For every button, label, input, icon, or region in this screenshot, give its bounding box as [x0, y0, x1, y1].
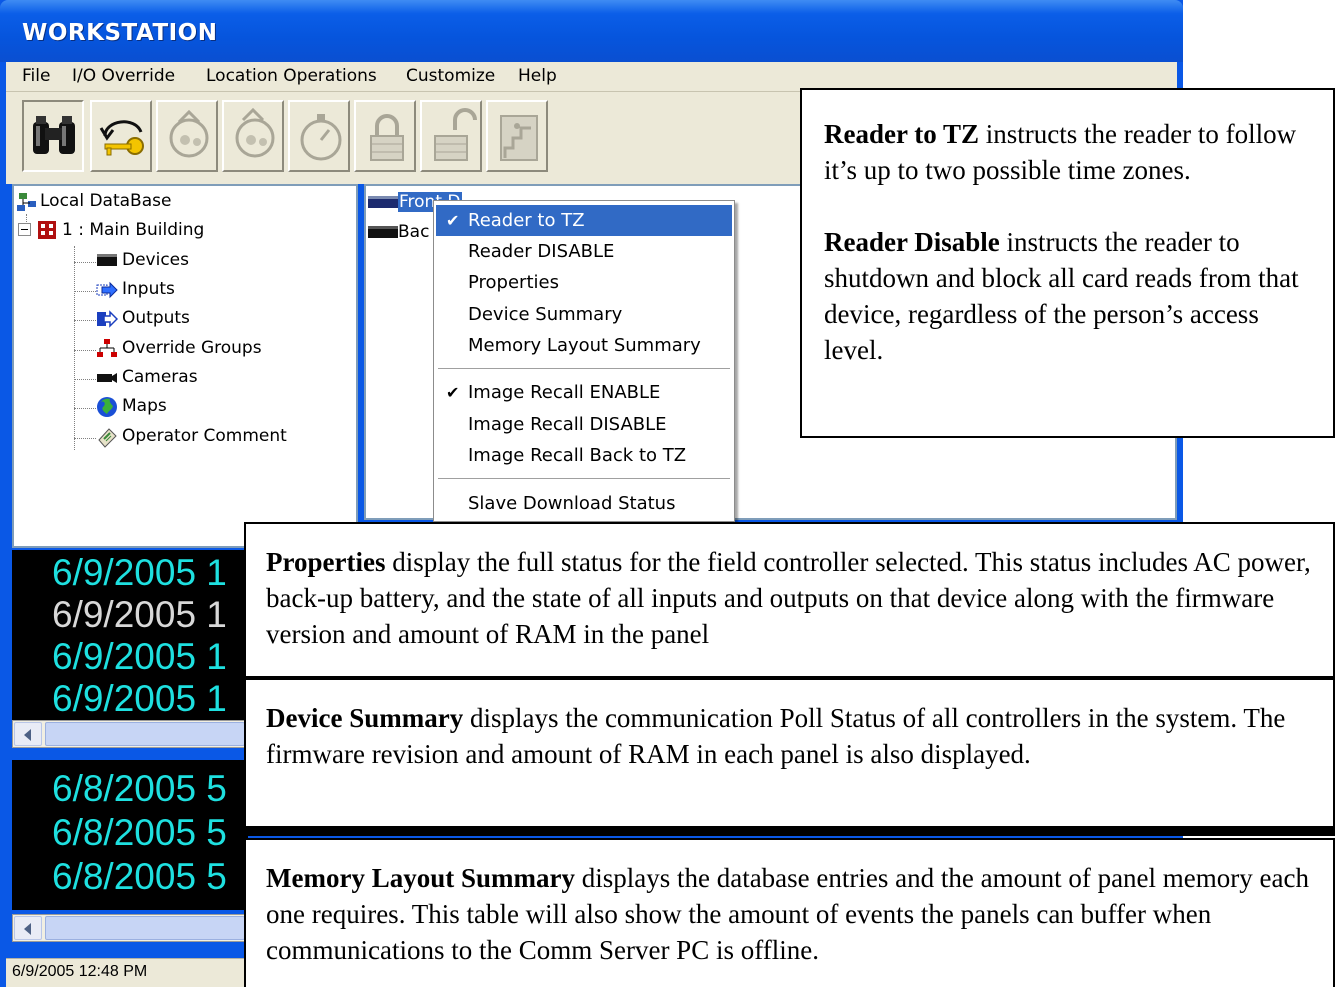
menu-separator — [438, 368, 730, 369]
menu-item-label: Reader DISABLE — [468, 241, 615, 262]
event-list-top[interactable]: 6/9/2005 1 6/9/2005 1 6/9/2005 1 6/9/200… — [12, 550, 248, 720]
check-icon: ✔ — [446, 211, 460, 230]
tree-item-operator-comment[interactable]: Operator Comment — [122, 426, 287, 446]
callout-device-summary: Device Summary displays the communicatio… — [244, 678, 1335, 828]
guard-tour-button[interactable] — [156, 100, 218, 172]
menu-customize[interactable]: Customize — [406, 66, 495, 86]
menu-item-properties[interactable]: Properties — [436, 267, 732, 298]
event-bottom-scrollbar[interactable] — [12, 914, 248, 942]
callout-properties-term: Properties — [266, 547, 386, 577]
tree-root-local-database[interactable]: Local DataBase — [40, 191, 171, 211]
scroll-thumb[interactable] — [45, 916, 245, 940]
event-list-bottom[interactable]: 6/8/2005 5 6/8/2005 5 6/8/2005 5 — [12, 760, 248, 910]
unlock-icon — [434, 108, 477, 161]
event-row[interactable]: 6/8/2005 5 — [52, 768, 227, 810]
scroll-left-icon[interactable] — [14, 722, 42, 746]
lock-icon — [370, 114, 404, 161]
tree-item-override-groups[interactable]: Override Groups — [122, 338, 262, 358]
menu-item-label: Memory Layout Summary — [468, 335, 701, 356]
key-login-icon — [99, 120, 144, 156]
status-bar: 6/9/2005 12:48 PM — [6, 958, 246, 987]
inputs-icon — [96, 281, 118, 299]
lock-button[interactable] — [354, 100, 416, 172]
window-title: WORKSTATION — [22, 20, 218, 46]
camera-icon — [97, 373, 117, 383]
device-row-back-label: Bac — [398, 222, 430, 242]
menu-item-label: Image Recall Back to TZ — [468, 445, 687, 466]
title-bar[interactable]: WORKSTATION — [0, 0, 1183, 62]
menu-item-image-recall-enable[interactable]: ✔ Image Recall ENABLE — [436, 377, 732, 408]
callout-properties: Properties display the full status for t… — [244, 522, 1335, 678]
device-context-menu: ✔ Reader to TZ Reader DISABLE Properties … — [433, 200, 735, 522]
event-row[interactable]: 6/8/2005 5 — [52, 856, 227, 898]
operator-comment-icon — [98, 428, 117, 448]
callout-properties-text: display the full status for the field co… — [266, 547, 1311, 649]
menu-item-label: Reader to TZ — [468, 210, 585, 231]
menu-item-slave-download-status[interactable]: Slave Download Status — [436, 488, 732, 519]
menu-item-label: Properties — [468, 272, 559, 293]
callout-memory-layout: Memory Layout Summary displays the datab… — [244, 838, 1335, 987]
event-row[interactable]: 6/9/2005 1 — [52, 552, 227, 594]
exit-door-icon — [500, 115, 538, 161]
tree-main-building[interactable]: 1 : Main Building — [62, 220, 204, 240]
devices-icon — [97, 254, 117, 266]
scroll-thumb[interactable] — [45, 722, 245, 746]
menu-item-reader-disable[interactable]: Reader DISABLE — [436, 236, 732, 267]
binoculars-button[interactable] — [22, 100, 84, 172]
unlock-button[interactable] — [420, 100, 482, 172]
tree-item-inputs[interactable]: Inputs — [122, 279, 175, 299]
database-icon — [17, 193, 36, 211]
tree-item-maps[interactable]: Maps — [122, 396, 167, 416]
scroll-left-icon[interactable] — [14, 916, 42, 940]
location-tree[interactable]: Local DataBase 1 : Main Building Devices… — [12, 184, 358, 548]
menu-item-label: Slave Download Status — [468, 493, 676, 514]
menu-help[interactable]: Help — [518, 66, 557, 86]
menu-item-label: Device Summary — [468, 304, 623, 325]
event-row[interactable]: 6/9/2005 1 — [52, 678, 227, 720]
callout-reader-modes: Reader to TZ instructs the reader to fol… — [800, 88, 1335, 438]
callout-reader-disable-term: Reader Disable — [824, 227, 1000, 257]
outputs-icon — [97, 310, 118, 328]
binoculars-icon — [33, 116, 75, 154]
event-row[interactable]: 6/8/2005 5 — [52, 812, 227, 854]
menu-io-override[interactable]: I/O Override — [72, 66, 175, 86]
stopwatch-button[interactable] — [288, 100, 350, 172]
guard-tour-2-button[interactable] — [222, 100, 284, 172]
menu-item-reader-to-tz[interactable]: ✔ Reader to TZ — [436, 205, 732, 236]
callout-reader-to-tz-term: Reader to TZ — [824, 119, 979, 149]
menu-location-operations[interactable]: Location Operations — [206, 66, 377, 86]
event-top-scrollbar[interactable] — [12, 720, 248, 748]
status-datetime: 6/9/2005 12:48 PM — [12, 963, 148, 980]
device-reader-icon — [368, 226, 398, 238]
menu-item-device-summary[interactable]: Device Summary — [436, 299, 732, 330]
tree-collapse-toggle[interactable] — [18, 223, 31, 236]
tree-item-cameras[interactable]: Cameras — [122, 367, 198, 387]
callout-memory-layout-term: Memory Layout Summary — [266, 863, 575, 893]
menu-file[interactable]: File — [22, 66, 50, 86]
menu-item-image-recall-disable[interactable]: Image Recall DISABLE — [436, 409, 732, 440]
menu-item-image-recall-back-to-tz[interactable]: Image Recall Back to TZ — [436, 440, 732, 471]
stopwatch-icon — [300, 114, 342, 161]
event-row[interactable]: 6/9/2005 1 — [52, 594, 227, 636]
tree-item-outputs[interactable]: Outputs — [122, 308, 190, 328]
check-icon: ✔ — [446, 383, 460, 402]
key-login-button[interactable] — [90, 100, 152, 172]
menu-separator — [438, 478, 730, 479]
building-icon — [38, 221, 56, 239]
menu-item-label: Image Recall ENABLE — [468, 382, 661, 403]
globe-icon — [97, 397, 117, 417]
exit-door-button[interactable] — [486, 100, 548, 172]
callout-device-summary-term: Device Summary — [266, 703, 464, 733]
event-row[interactable]: 6/9/2005 1 — [52, 636, 227, 678]
device-reader-icon — [368, 196, 398, 208]
guard-tour-2-icon — [235, 108, 275, 158]
override-groups-icon — [97, 339, 117, 357]
menu-item-label: Image Recall DISABLE — [468, 414, 667, 435]
guard-tour-icon — [169, 109, 209, 158]
device-row-back[interactable]: Bac — [368, 222, 429, 242]
tree-item-devices[interactable]: Devices — [122, 250, 189, 270]
menu-item-memory-layout-summary[interactable]: Memory Layout Summary — [436, 330, 732, 361]
